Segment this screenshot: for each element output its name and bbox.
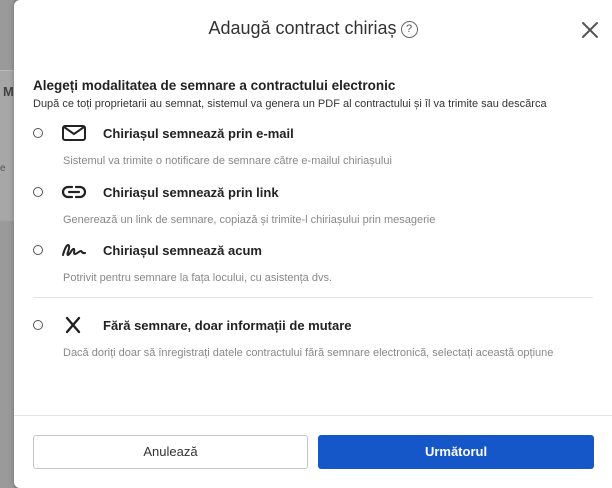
cancel-button[interactable]: Anulează (33, 435, 308, 469)
dialog-header: Adaugă contract chiriaș? (14, 0, 612, 60)
add-tenant-contract-dialog: Adaugă contract chiriaș? Alegeți modalit… (14, 0, 612, 488)
background-small-text: e (0, 163, 6, 174)
footer-divider (14, 415, 612, 416)
next-button[interactable]: Următorul (318, 435, 594, 469)
radio-no-signature[interactable] (33, 320, 43, 330)
option-description: Generează un link de semnare, copiază și… (63, 214, 436, 226)
help-icon[interactable]: ? (400, 21, 418, 38)
option-description: Potrivit pentru semnare la fața locului,… (63, 272, 333, 284)
signature-icon (62, 244, 86, 256)
option-label: Chiriașul semnează prin link (103, 185, 279, 200)
section-title: Alegeți modalitatea de semnare a contrac… (33, 78, 396, 93)
radio-link[interactable] (33, 187, 43, 197)
option-label: Fără semnare, doar informații de mutare (103, 318, 352, 333)
background-text: M (3, 84, 14, 99)
close-icon[interactable] (580, 20, 600, 40)
envelope-icon (62, 125, 86, 141)
option-description: Dacă doriți doar să înregistrați datele … (63, 347, 554, 359)
link-icon (61, 185, 87, 199)
option-label: Chiriașul semnează acum (103, 243, 262, 258)
section-description: După ce toți proprietarii au semnat, sis… (33, 98, 547, 110)
option-description: Sistemul va trimite o notificare de semn… (63, 155, 392, 167)
divider (33, 297, 593, 298)
x-icon (65, 316, 81, 334)
dialog-title: Adaugă contract chiriaș (208, 18, 397, 38)
radio-email[interactable] (33, 128, 43, 138)
option-label: Chiriașul semnează prin e-mail (103, 126, 294, 141)
radio-sign-now[interactable] (33, 245, 43, 255)
dialog-content: Alegeți modalitatea de semnare a contrac… (33, 78, 593, 359)
